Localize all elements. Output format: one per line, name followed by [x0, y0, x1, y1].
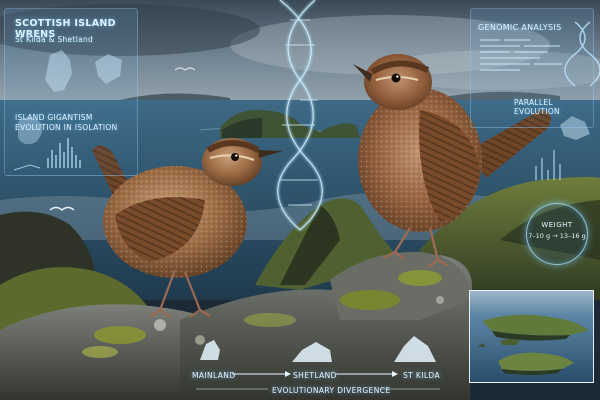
divergence-strip: MAINLAND SHETLAND ST KILDA EVOLUTIONARY …: [0, 360, 600, 400]
overlay-subtitle: St Kilda & Shetland: [15, 35, 94, 44]
genomic-analysis-label: GENOMIC ANALYSIS: [478, 23, 562, 32]
info-panel-left: SCOTTISH ISLAND WRENS St Kilda & Shetlan…: [4, 8, 138, 176]
divergence-step-mainland: MAINLAND: [192, 371, 236, 380]
divergence-step-st-kilda: ST KILDA: [403, 371, 441, 380]
gigantism-label: ISLAND GIGANTISM EVOLUTION IN ISOLATION: [15, 113, 118, 133]
gigantism-line-2: EVOLUTION IN ISOLATION: [15, 123, 118, 132]
weight-value: 7–10 g → 13–16 g: [528, 232, 586, 240]
divergence-step-shetland: SHETLAND: [293, 371, 337, 380]
parallel-evolution-label: PARALLEL EVOLUTION: [514, 98, 560, 116]
weight-badge: WEIGHT 7–10 g → 13–16 g: [526, 203, 588, 265]
divergence-footer: EVOLUTIONARY DIVERGENCE: [272, 386, 391, 395]
scene: SCOTTISH ISLAND WRENS St Kilda & Shetlan…: [0, 0, 600, 400]
weight-label: WEIGHT: [541, 221, 573, 229]
gigantism-line-1: ISLAND GIGANTISM: [15, 113, 93, 122]
